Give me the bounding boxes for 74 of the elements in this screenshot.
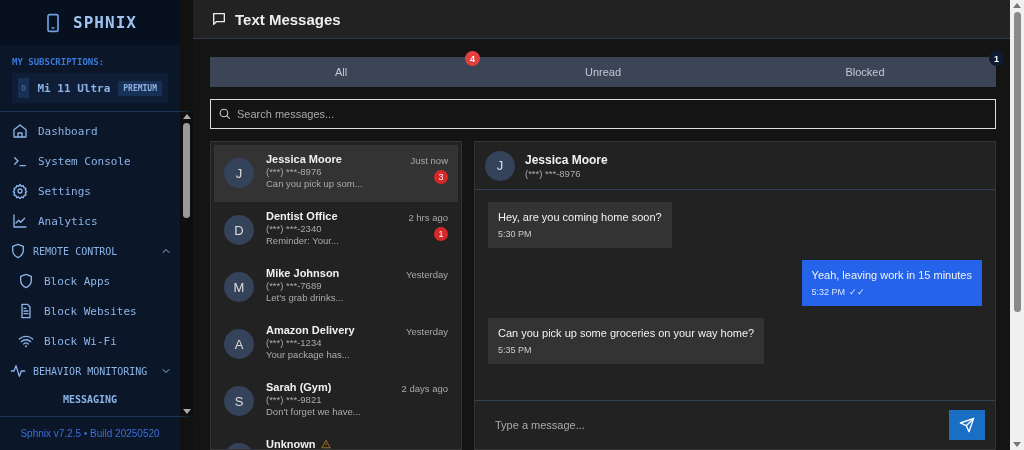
device-card[interactable]: Mi 11 Ultra PREMIUM bbox=[12, 73, 168, 103]
settings-icon bbox=[12, 183, 28, 199]
wifi-icon bbox=[18, 333, 34, 349]
chat-icon bbox=[211, 11, 227, 27]
conversation-item[interactable]: A Amazon Delivery (***) ***-1234 Your package has... Yesterday bbox=[214, 316, 458, 373]
send-button[interactable] bbox=[949, 410, 985, 440]
message-bubble: Hey, are you coming home soon? 5:30 PM bbox=[488, 202, 672, 248]
message-preview: Don't forget we have... bbox=[266, 406, 362, 417]
timestamp: Yesterday bbox=[406, 269, 448, 280]
nav-item[interactable]: Block Websites bbox=[0, 296, 180, 326]
count-badge: 1 bbox=[989, 51, 1004, 66]
contact-name: Unknown bbox=[266, 438, 316, 449]
contact-name: Mike Johnson bbox=[266, 267, 340, 279]
nav-item[interactable]: Dashboard bbox=[0, 116, 180, 146]
avatar: J bbox=[485, 150, 515, 181]
conversation-item[interactable]: M Mike Johnson (***) ***-7689 Let's grab drinks... Yesterday bbox=[214, 259, 458, 316]
send-icon bbox=[959, 417, 975, 433]
page-title: Text Messages bbox=[235, 10, 341, 28]
shield-icon bbox=[10, 243, 26, 259]
message-preview: Can you pick up som... bbox=[266, 178, 364, 189]
phone-icon bbox=[18, 78, 30, 98]
phone-number: (***) ***-8976 bbox=[525, 167, 582, 179]
timestamp: Yesterday bbox=[406, 326, 448, 337]
nav-item[interactable]: System Console bbox=[0, 146, 180, 176]
nav-item[interactable]: Block Wi-Fi bbox=[0, 326, 180, 356]
search-icon bbox=[218, 107, 231, 120]
phone-number: (***) ***-7689 bbox=[266, 280, 323, 291]
timestamp: 2 hrs ago bbox=[408, 212, 448, 223]
avatar: M bbox=[224, 272, 254, 302]
contact-name: Sarah (Gym) bbox=[266, 381, 332, 393]
contact-name: Jessica Moore bbox=[525, 152, 609, 167]
conversation-item[interactable]: D Dentist Office (***) ***-2340 Reminder: Your... 2 hrs ago 1 bbox=[214, 202, 458, 259]
message-preview: Your package has... bbox=[266, 349, 351, 360]
message-input[interactable]: Type a message... bbox=[485, 410, 943, 440]
avatar: A bbox=[224, 329, 254, 359]
plan-badge: PREMIUM bbox=[118, 80, 162, 96]
line-chart-icon bbox=[12, 213, 28, 229]
shield-icon bbox=[18, 273, 34, 289]
unread-badge: 3 bbox=[434, 170, 448, 184]
scrollbar[interactable] bbox=[1010, 0, 1024, 450]
unread-badge: 1 bbox=[434, 227, 448, 241]
document-icon bbox=[18, 303, 34, 319]
message-bubble: Yeah, leaving work in 15 minutes 5:32 PM ✓✓ bbox=[801, 260, 982, 306]
avatar: D bbox=[224, 215, 254, 245]
brand-name: SPHNIX bbox=[73, 13, 137, 32]
count-badge: 4 bbox=[465, 51, 480, 66]
phone-number: (***) ***-9821 bbox=[266, 394, 323, 405]
phone-number: (***) ***-1234 bbox=[266, 337, 323, 348]
nav-section[interactable]: REMOTE CONTROL bbox=[0, 236, 180, 266]
contact-name: Amazon Delivery bbox=[266, 324, 355, 336]
pulse-icon bbox=[10, 363, 26, 379]
contact-name: Dentist Office bbox=[266, 210, 338, 222]
message-bubble: Can you pick up some groceries on your way home? 5:35 PM bbox=[488, 318, 765, 364]
nav-section[interactable]: BEHAVIOR MONITORING bbox=[0, 356, 180, 386]
subscriptions-label: MY SUBSCRIPTIONS: bbox=[12, 57, 106, 67]
contact-name: Jessica Moore bbox=[266, 153, 342, 165]
timestamp: Just now bbox=[410, 155, 448, 166]
home-icon bbox=[12, 123, 28, 139]
phone-number: (***) ***-2340 bbox=[266, 223, 323, 234]
avatar: S bbox=[224, 386, 254, 416]
conversation-item[interactable]: J Jessica Moore (***) ***-8976 Can you pick up som... Just now 3 bbox=[214, 145, 458, 202]
phone-number: (***) ***-8976 bbox=[266, 166, 323, 177]
nav-item[interactable]: Settings bbox=[0, 176, 180, 206]
conversation-item[interactable]: S Sarah (Gym) (***) ***-9821 Don't forget we have... 2 days ago bbox=[214, 373, 458, 430]
search-field[interactable]: Search messages... bbox=[210, 99, 996, 129]
avatar: J bbox=[224, 158, 254, 188]
conversation-item[interactable]: Unknown bbox=[214, 430, 458, 449]
message-preview: Reminder: Your... bbox=[266, 235, 340, 246]
nav-item[interactable]: Analytics bbox=[0, 206, 180, 236]
nav-item[interactable]: Block Apps bbox=[0, 266, 180, 296]
scrollbar[interactable] bbox=[180, 112, 193, 416]
message-preview: Let's grab drinks... bbox=[266, 292, 345, 303]
nav-group-label: MESSAGING bbox=[61, 393, 119, 405]
timestamp: 2 days ago bbox=[401, 383, 448, 394]
